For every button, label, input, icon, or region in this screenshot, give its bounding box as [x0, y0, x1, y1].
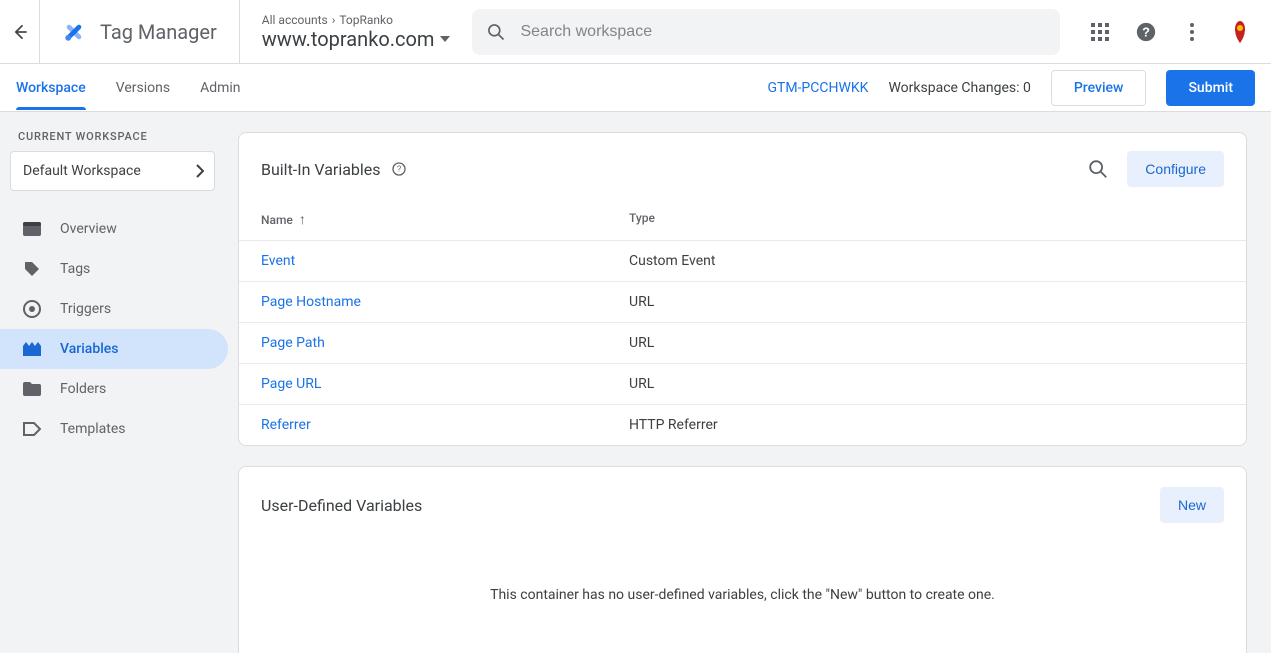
- main-content: Built-In Variables ? Configure Name ↑ Ty…: [238, 112, 1271, 653]
- folder-icon: [22, 382, 42, 396]
- col-name-header[interactable]: Name ↑: [261, 211, 629, 228]
- variable-type: URL: [629, 335, 1224, 351]
- workspace-name: Default Workspace: [23, 163, 141, 179]
- svg-text:?: ?: [1143, 24, 1151, 39]
- nav-list: Overview Tags Triggers Variables Folders…: [0, 209, 228, 449]
- nav-triggers[interactable]: Triggers: [0, 289, 228, 329]
- sub-header-right: GTM-PCCHWKK Workspace Changes: 0 Preview…: [767, 70, 1255, 106]
- current-workspace-label: CURRENT WORKSPACE: [0, 130, 228, 151]
- template-icon: [22, 422, 42, 436]
- arrow-left-icon: [10, 22, 30, 42]
- table-row[interactable]: Event Custom Event: [239, 241, 1246, 282]
- main-tabs: Workspace Versions Admin: [16, 66, 241, 110]
- variable-name-link[interactable]: Page Hostname: [261, 294, 361, 310]
- sidebar: CURRENT WORKSPACE Default Workspace Over…: [0, 112, 238, 653]
- caret-down-icon: [440, 36, 450, 42]
- account-avatar[interactable]: [1226, 18, 1254, 46]
- chevron-right-icon: ›: [332, 13, 336, 27]
- container-id-link[interactable]: GTM-PCCHWKK: [767, 80, 868, 96]
- overview-icon: [22, 222, 42, 236]
- builtin-table-header: Name ↑ Type: [239, 193, 1246, 241]
- sub-header: Workspace Versions Admin GTM-PCCHWKK Wor…: [0, 64, 1271, 112]
- header-actions: ?: [1088, 18, 1254, 46]
- svg-text:?: ?: [396, 165, 401, 174]
- tag-manager-logo-icon: [60, 18, 88, 46]
- variable-name-link[interactable]: Event: [261, 253, 295, 269]
- nav-templates[interactable]: Templates: [0, 409, 228, 449]
- search-icon: [486, 22, 506, 42]
- apps-icon[interactable]: [1088, 20, 1112, 44]
- preview-button[interactable]: Preview: [1051, 70, 1147, 106]
- variable-name-link[interactable]: Referrer: [261, 417, 311, 433]
- variable-type: URL: [629, 376, 1224, 392]
- breadcrumb-root[interactable]: All accounts: [262, 13, 328, 27]
- col-type-header[interactable]: Type: [629, 211, 1224, 228]
- app-header: Tag Manager All accounts › TopRanko www.…: [0, 0, 1271, 64]
- table-row[interactable]: Page Path URL: [239, 323, 1246, 364]
- search-input[interactable]: [520, 23, 1046, 41]
- help-icon[interactable]: ?: [391, 161, 407, 177]
- table-row[interactable]: Page URL URL: [239, 364, 1246, 405]
- tab-versions[interactable]: Versions: [116, 66, 170, 110]
- app-title: Tag Manager: [100, 20, 217, 44]
- variable-type: Custom Event: [629, 253, 1224, 269]
- nav-folders[interactable]: Folders: [0, 369, 228, 409]
- variable-name-link[interactable]: Page URL: [261, 376, 321, 392]
- table-row[interactable]: Page Hostname URL: [239, 282, 1246, 323]
- variable-name-link[interactable]: Page Path: [261, 335, 325, 351]
- logo-block: Tag Manager: [48, 0, 240, 64]
- configure-button[interactable]: Configure: [1127, 151, 1224, 187]
- userdef-title: User-Defined Variables: [261, 496, 422, 515]
- workspace-changes: Workspace Changes: 0: [888, 80, 1030, 96]
- back-button[interactable]: [0, 0, 40, 64]
- breadcrumb-account[interactable]: TopRanko: [339, 13, 393, 27]
- container-selector[interactable]: www.topranko.com: [262, 27, 451, 51]
- userdef-empty-message: This container has no user-defined varia…: [239, 527, 1246, 653]
- submit-button[interactable]: Submit: [1166, 70, 1255, 106]
- nav-tags[interactable]: Tags: [0, 249, 228, 289]
- builtin-rows: EventCustom EventPage HostnameURLPage Pa…: [239, 241, 1246, 445]
- workspace-selector[interactable]: Default Workspace: [10, 151, 215, 191]
- builtin-variables-card: Built-In Variables ? Configure Name ↑ Ty…: [238, 132, 1247, 446]
- nav-overview[interactable]: Overview: [0, 209, 228, 249]
- variable-icon: [22, 342, 42, 356]
- help-icon[interactable]: ?: [1134, 20, 1158, 44]
- builtin-title: Built-In Variables: [261, 160, 381, 179]
- sort-ascending-icon: ↑: [299, 211, 306, 228]
- breadcrumb: All accounts › TopRanko www.topranko.com: [248, 13, 465, 51]
- user-defined-card: User-Defined Variables New This containe…: [238, 466, 1247, 653]
- nav-variables[interactable]: Variables: [0, 329, 228, 369]
- search-builtin-button[interactable]: [1087, 158, 1109, 180]
- trigger-icon: [22, 300, 42, 318]
- tab-admin[interactable]: Admin: [200, 66, 240, 110]
- chevron-right-icon: [196, 164, 204, 178]
- tag-icon: [22, 260, 42, 278]
- tab-workspace[interactable]: Workspace: [16, 66, 86, 110]
- more-icon[interactable]: [1180, 20, 1204, 44]
- variable-type: URL: [629, 294, 1224, 310]
- variable-type: HTTP Referrer: [629, 417, 1224, 433]
- search-box[interactable]: [472, 9, 1060, 55]
- new-variable-button[interactable]: New: [1160, 487, 1224, 523]
- table-row[interactable]: Referrer HTTP Referrer: [239, 405, 1246, 445]
- container-domain: www.topranko.com: [262, 27, 435, 51]
